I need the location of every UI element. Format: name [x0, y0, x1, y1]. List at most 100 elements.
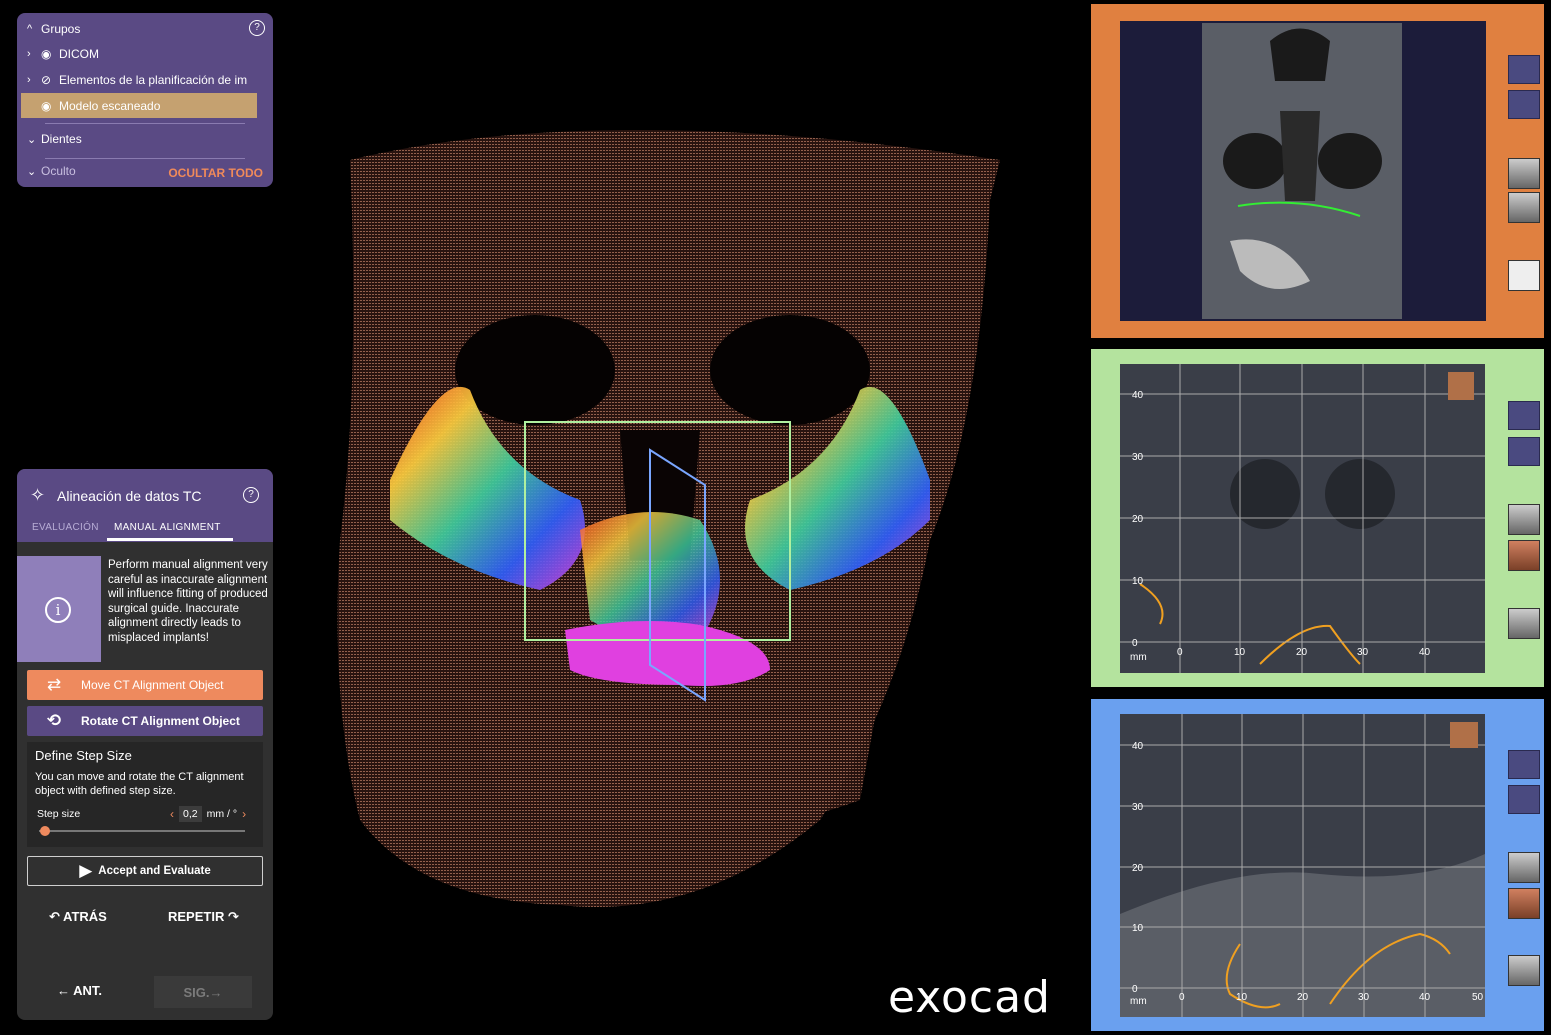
- y-tick-label: 20: [1132, 863, 1144, 874]
- x-tick-label: 0: [1177, 647, 1183, 658]
- group-label: Oculto: [41, 164, 76, 178]
- view-menu-button[interactable]: [1508, 55, 1540, 84]
- undo-button[interactable]: ↶ ATRÁS: [49, 909, 107, 925]
- step-size-control: ‹ 0,2 mm / ° ›: [170, 806, 246, 822]
- x-tick-label: 10: [1234, 647, 1246, 658]
- step-size-slider-handle[interactable]: [40, 826, 51, 836]
- chevron-left-icon[interactable]: ‹: [170, 807, 174, 821]
- x-tick-label: 30: [1357, 647, 1369, 658]
- info-text: Perform manual alignment very careful as…: [108, 559, 268, 644]
- help-icon[interactable]: ?: [243, 487, 259, 503]
- help-icon[interactable]: ?: [249, 20, 265, 36]
- x-tick-label: 10: [1236, 992, 1248, 1003]
- groups-title: Grupos: [41, 22, 81, 36]
- arrows-swap-icon: ⇄: [46, 675, 62, 694]
- view-thumb-ct[interactable]: [1508, 504, 1540, 535]
- divider: [45, 158, 245, 159]
- chevron-right-icon[interactable]: ›: [27, 74, 41, 86]
- accept-and-evaluate-button[interactable]: ▶ Accept and Evaluate: [27, 856, 263, 886]
- group-item-scanned-model[interactable]: ◉ Modelo escaneado: [27, 96, 160, 116]
- magic-wand-icon: ✧: [30, 485, 46, 505]
- chevron-right-icon[interactable]: ›: [242, 807, 246, 821]
- divider: [45, 123, 245, 124]
- y-tick-label: 40: [1132, 741, 1144, 752]
- arrow-right-icon: →: [209, 984, 223, 1000]
- redo-button[interactable]: REPETIR ↷: [168, 909, 239, 925]
- move-ct-alignment-button[interactable]: ⇄ Move CT Alignment Object: [27, 670, 263, 700]
- tab-evaluation[interactable]: EVALUACIÓN: [32, 522, 99, 533]
- view-thumb-section[interactable]: [1508, 955, 1540, 986]
- y-tick-label: 0: [1132, 984, 1138, 995]
- next-label: SIG.: [183, 984, 210, 1000]
- step-size-title: Define Step Size: [35, 748, 132, 763]
- group-item-hidden[interactable]: ⌄ Oculto: [27, 161, 76, 181]
- ct-view-coronal[interactable]: [1091, 4, 1544, 338]
- view-maximize-button[interactable]: [1508, 437, 1540, 466]
- chevron-down-icon[interactable]: ⌄: [27, 133, 41, 146]
- undo-icon: ↶: [49, 909, 64, 924]
- axis-unit-label: mm: [1130, 996, 1147, 1007]
- x-tick-label: 40: [1419, 992, 1431, 1003]
- play-icon: ▶: [79, 861, 93, 880]
- step-size-unit: mm / °: [206, 808, 238, 820]
- y-tick-label: 20: [1132, 514, 1144, 525]
- view-thumb-3d[interactable]: [1508, 540, 1540, 571]
- eye-icon[interactable]: ◉: [41, 47, 59, 61]
- info-box: i: [17, 556, 101, 662]
- step-size-value[interactable]: 0,2: [179, 806, 202, 822]
- group-label: Dientes: [41, 132, 82, 146]
- rotate-button-label: Rotate CT Alignment Object: [81, 714, 240, 728]
- x-tick-label: 20: [1296, 647, 1308, 658]
- eye-slash-icon[interactable]: ⊘: [41, 73, 59, 87]
- view-maximize-button[interactable]: [1508, 785, 1540, 814]
- skull-thumbnail-icon: [1450, 722, 1478, 748]
- view-thumb-ct[interactable]: [1508, 158, 1540, 189]
- rotate-ct-alignment-button[interactable]: ⟲ Rotate CT Alignment Object: [27, 706, 263, 736]
- group-item-dicom[interactable]: › ◉ DICOM: [27, 44, 99, 64]
- group-item-planning-elements[interactable]: › ⊘ Elementos de la planificación de im: [27, 70, 247, 90]
- group-label: Elementos de la planificación de im: [59, 73, 248, 87]
- alignment-header: ✧ Alineación de datos TC ? EVALUACIÓN MA…: [17, 469, 273, 542]
- step-size-section: Define Step Size You can move and rotate…: [27, 742, 263, 847]
- eye-icon[interactable]: ◉: [41, 99, 59, 113]
- view-thumb-arch[interactable]: [1508, 260, 1540, 291]
- undo-label: ATRÁS: [63, 909, 107, 924]
- x-tick-label: 20: [1297, 992, 1309, 1003]
- previous-label: ANT.: [73, 983, 103, 998]
- view-thumb-ct[interactable]: [1508, 852, 1540, 883]
- ct-view-cross-section-2[interactable]: 40 30 20 10 0 mm 0 10 20 30 40 50: [1091, 699, 1544, 1031]
- x-tick-label: 40: [1419, 647, 1431, 658]
- chevron-right-icon[interactable]: ›: [27, 48, 41, 60]
- move-button-label: Move CT Alignment Object: [81, 678, 224, 692]
- groups-header[interactable]: ^ Grupos: [27, 19, 80, 39]
- view-thumb-panoramic[interactable]: [1508, 192, 1540, 223]
- x-tick-label: 50: [1472, 992, 1484, 1003]
- view-menu-button[interactable]: [1508, 750, 1540, 779]
- view-thumb-section[interactable]: [1508, 608, 1540, 639]
- coronal-slice: [1120, 21, 1486, 321]
- y-tick-label: 30: [1132, 802, 1144, 813]
- previous-button[interactable]: ← ANT.: [57, 983, 102, 998]
- group-label: Modelo escaneado: [59, 99, 161, 113]
- view-maximize-button[interactable]: [1508, 90, 1540, 119]
- ct-alignment-panel: ✧ Alineación de datos TC ? EVALUACIÓN MA…: [17, 469, 273, 1020]
- step-size-slider[interactable]: [39, 830, 245, 832]
- skull-thumbnail-icon: [1448, 372, 1474, 400]
- group-item-teeth[interactable]: ⌄ Dientes: [27, 129, 82, 149]
- groups-panel: ^ Grupos ? › ◉ DICOM › ⊘ Elementos de la…: [17, 13, 273, 187]
- tab-manual-alignment[interactable]: MANUAL ALIGNMENT: [114, 522, 221, 533]
- ct-view-cross-section-1[interactable]: 40 30 20 10 0 mm 0 10 20 30 40: [1091, 349, 1544, 687]
- step-size-description: You can move and rotate the CT alignment…: [35, 771, 244, 797]
- chevron-down-icon[interactable]: ⌄: [27, 165, 41, 178]
- brand-logo: exocad: [888, 972, 1051, 1023]
- hide-all-button[interactable]: OCULTAR TODO: [168, 166, 263, 180]
- active-tab-indicator: [107, 538, 233, 541]
- redo-label: REPETIR: [168, 909, 225, 924]
- next-button[interactable]: SIG. →: [154, 976, 252, 1008]
- view-menu-button[interactable]: [1508, 401, 1540, 430]
- view-thumb-3d[interactable]: [1508, 888, 1540, 919]
- y-tick-label: 10: [1132, 923, 1144, 934]
- arrow-left-icon: ←: [57, 983, 74, 998]
- group-label: DICOM: [59, 47, 99, 61]
- accept-button-label: Accept and Evaluate: [98, 865, 211, 877]
